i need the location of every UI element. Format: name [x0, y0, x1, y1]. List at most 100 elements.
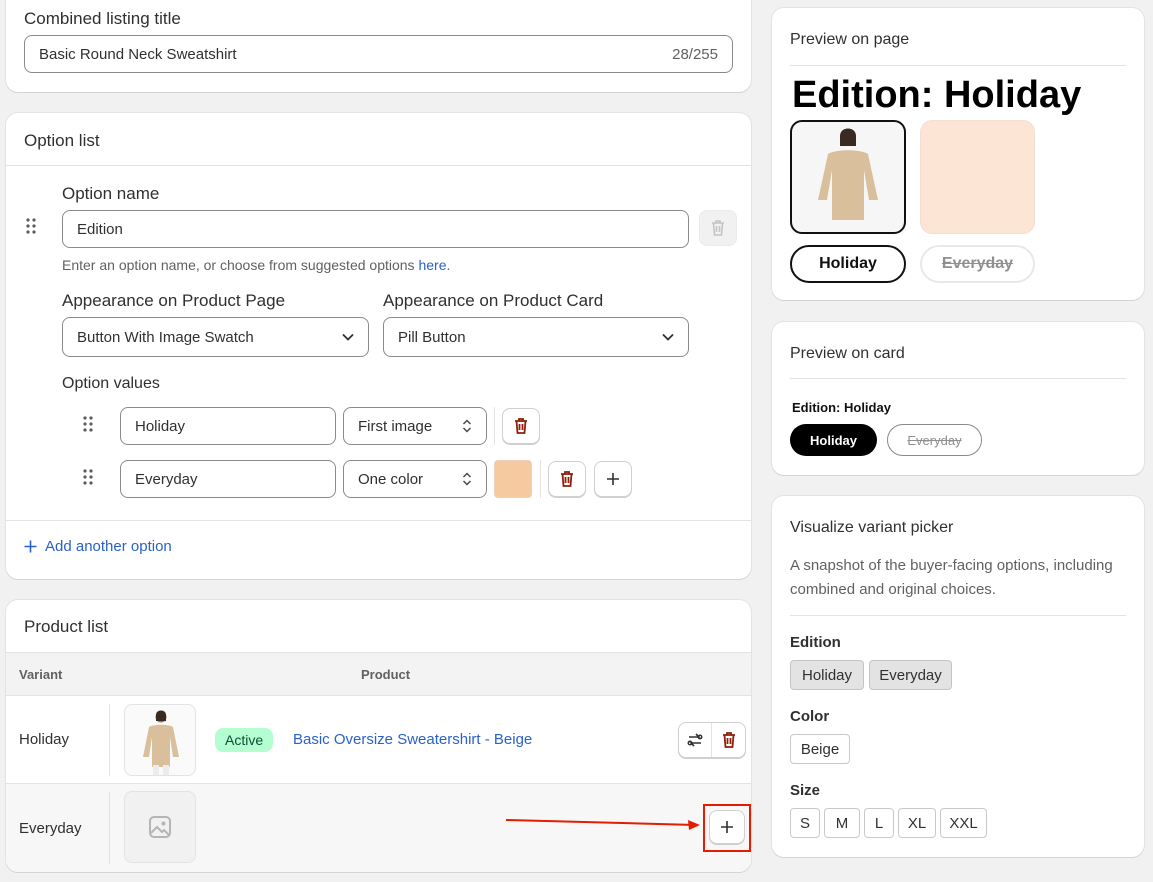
- divider: [6, 165, 751, 166]
- sweatshirt-photo: [143, 710, 179, 775]
- appearance-card-select[interactable]: Pill Button: [383, 317, 689, 357]
- option-value-input[interactable]: Holiday: [120, 407, 336, 445]
- visualize-title: Visualize variant picker: [790, 519, 954, 536]
- plus-icon: [24, 540, 37, 553]
- image-placeholder-icon: [149, 816, 171, 838]
- vertical-divider: [540, 460, 541, 498]
- edition-holiday-chip: Holiday: [790, 660, 864, 690]
- trash-icon: [515, 418, 527, 434]
- appearance-page-value: Button With Image Swatch: [77, 328, 254, 346]
- column-header-product: Product: [361, 667, 411, 682]
- appearance-page-label: Appearance on Product Page: [62, 291, 286, 310]
- preview-page-title: Preview on page: [790, 31, 910, 48]
- add-another-option-button[interactable]: Add another option: [24, 538, 172, 555]
- title-label: Combined listing title: [24, 9, 181, 28]
- trash-icon: [712, 220, 724, 236]
- suggested-options-link[interactable]: here: [418, 257, 446, 273]
- listing-title-input[interactable]: Basic Round Neck Sweatshirt 28/255: [24, 35, 733, 73]
- vertical-divider: [109, 792, 110, 864]
- image-swatch-selected[interactable]: [790, 120, 906, 234]
- color-swatch-preview[interactable]: [920, 120, 1035, 234]
- appearance-page-select[interactable]: Button With Image Swatch: [62, 317, 369, 357]
- table-header: Variant Product: [6, 652, 751, 696]
- card-option-label: Edition: Holiday: [792, 400, 891, 415]
- plus-icon: [721, 821, 733, 833]
- product-thumbnail: [124, 704, 196, 776]
- divider: [790, 65, 1126, 66]
- char-counter: 28/255: [672, 45, 718, 63]
- group-name-color: Color: [790, 708, 830, 725]
- drag-handle-icon[interactable]: [83, 469, 93, 485]
- value-type-select[interactable]: One color: [343, 460, 487, 498]
- option-value-text: Everyday: [135, 470, 198, 488]
- variant-name: Everyday: [19, 820, 82, 837]
- drag-handle-icon[interactable]: [26, 218, 36, 234]
- product-list-title: Product list: [24, 617, 109, 636]
- add-value-button[interactable]: [594, 461, 632, 497]
- color-beige-chip: Beige: [790, 734, 850, 764]
- visualize-description: A snapshot of the buyer-facing options, …: [790, 557, 1113, 598]
- option-list-title: Option list: [24, 131, 100, 150]
- listing-title-value: Basic Round Neck Sweatshirt: [39, 45, 237, 63]
- divider: [790, 378, 1126, 379]
- visualize-card: Visualize variant picker A snapshot of t…: [772, 496, 1144, 857]
- swap-icon: [687, 733, 703, 747]
- group-name-edition: Edition: [790, 634, 841, 651]
- option-name-input[interactable]: Edition: [62, 210, 689, 248]
- divider: [790, 615, 1126, 616]
- appearance-card-label: Appearance on Product Card: [383, 291, 604, 310]
- option-value-input[interactable]: Everyday: [120, 460, 336, 498]
- option-helper-text: Enter an option name, or choose from sug…: [62, 257, 451, 273]
- preview-card-title: Preview on card: [790, 345, 905, 362]
- variant-name: Holiday: [19, 731, 70, 748]
- vertical-divider: [109, 704, 110, 776]
- everyday-button-unavailable[interactable]: Everyday: [920, 245, 1035, 283]
- color-swatch[interactable]: [494, 460, 532, 498]
- add-option-label: Add another option: [45, 538, 172, 555]
- preview-card-card: Preview on card Edition: Holiday Holiday…: [772, 322, 1144, 475]
- preview-heading: Edition: Holiday: [792, 74, 1082, 116]
- value-type-select[interactable]: First image: [343, 407, 487, 445]
- delete-option-button[interactable]: [699, 210, 737, 246]
- everyday-pill-unavailable[interactable]: Everyday: [887, 424, 982, 456]
- appearance-card-value: Pill Button: [398, 328, 466, 346]
- annotation-arrow: [505, 819, 700, 830]
- drag-handle-icon[interactable]: [83, 416, 93, 432]
- size-xl-chip: XL: [898, 808, 936, 838]
- trash-icon: [722, 732, 735, 748]
- product-link[interactable]: Basic Oversize Sweatershirt - Beige: [293, 731, 532, 748]
- holiday-button-selected[interactable]: Holiday: [790, 245, 906, 283]
- swap-product-button[interactable]: [679, 723, 713, 757]
- chevron-down-icon: [342, 333, 354, 341]
- preview-page-card: Preview on page Edition: Holiday Holiday…: [772, 8, 1144, 300]
- option-name-label: Option name: [62, 184, 160, 203]
- plus-icon: [607, 473, 619, 485]
- holiday-pill-selected[interactable]: Holiday: [790, 424, 877, 456]
- divider: [6, 520, 751, 521]
- value-type-text: One color: [358, 470, 424, 488]
- group-name-size: Size: [790, 782, 821, 799]
- option-list-card: Option list Option name Edition Enter an…: [6, 113, 751, 579]
- table-row: Holiday Active Basic Oversize Sweatershi…: [6, 696, 751, 784]
- row-actions: [678, 722, 746, 758]
- status-badge: Active: [215, 728, 274, 752]
- empty-thumbnail[interactable]: [124, 791, 196, 863]
- vertical-divider: [494, 407, 495, 445]
- add-product-button[interactable]: [709, 810, 745, 844]
- size-xxl-chip: XXL: [940, 808, 987, 838]
- remove-product-button[interactable]: [712, 723, 745, 757]
- title-card: Combined listing title Basic Round Neck …: [6, 0, 751, 92]
- value-type-text: First image: [358, 417, 433, 435]
- size-l-chip: L: [864, 808, 894, 838]
- size-m-chip: M: [824, 808, 860, 838]
- option-name-value: Edition: [77, 220, 123, 238]
- delete-value-button[interactable]: [548, 461, 586, 497]
- option-values-label: Option values: [62, 375, 160, 392]
- select-arrows-icon: [462, 419, 472, 433]
- select-arrows-icon: [462, 472, 472, 486]
- delete-value-button[interactable]: [502, 408, 540, 444]
- chevron-down-icon: [662, 333, 674, 341]
- option-value-text: Holiday: [135, 417, 186, 435]
- sweatshirt-photo: [818, 128, 878, 220]
- column-header-variant: Variant: [19, 667, 63, 682]
